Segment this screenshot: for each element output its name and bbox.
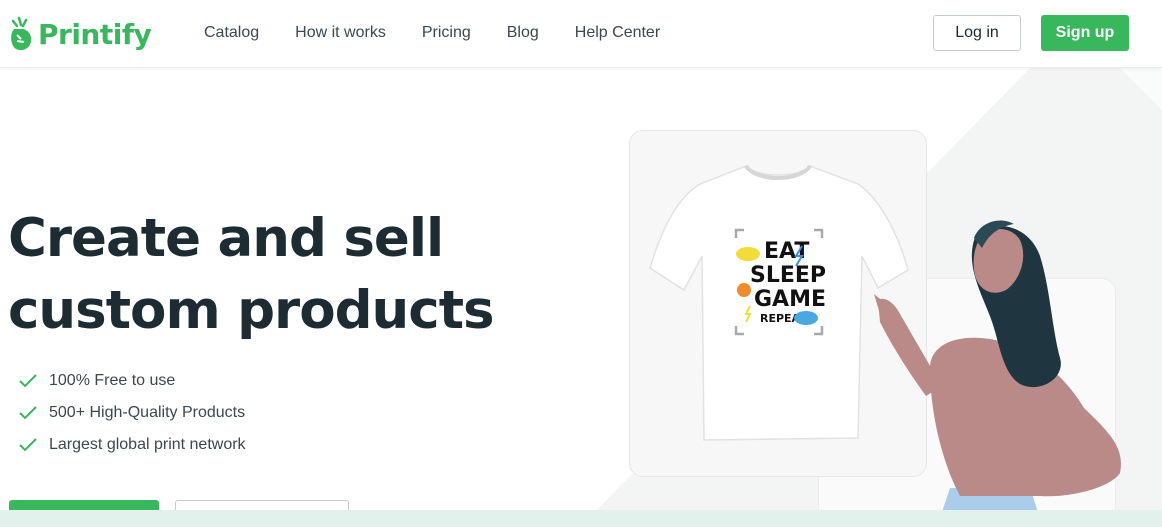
nav-help-center[interactable]: Help Center (557, 22, 678, 44)
nav-catalog[interactable]: Catalog (186, 22, 277, 44)
feature-text: Largest global print network (49, 436, 246, 453)
nav-blog[interactable]: Blog (489, 22, 557, 44)
check-icon (19, 406, 37, 420)
design-text-game: GAME (754, 287, 826, 312)
site-header: Printify Catalog How it works Pricing Bl… (0, 0, 1162, 68)
feature-item: Largest global print network (18, 429, 246, 461)
person-illustration (874, 220, 1121, 518)
login-button[interactable]: Log in (933, 15, 1021, 51)
headline-line-2: custom products (8, 280, 495, 341)
feature-item: 500+ High-Quality Products (18, 397, 246, 429)
signup-button[interactable]: Sign up (1041, 15, 1129, 51)
logo-text: Printify (38, 17, 152, 51)
design-text-eat: EAT (764, 239, 809, 264)
feature-text: 500+ High-Quality Products (49, 404, 246, 421)
design-text-sleep: SLEEP (750, 263, 826, 288)
feature-item: 100% Free to use (18, 365, 246, 397)
nav-how-it-works[interactable]: How it works (277, 22, 404, 44)
headline-line-1: Create and sell (8, 208, 444, 269)
check-icon (19, 438, 37, 452)
check-icon (19, 374, 37, 388)
hero-headline: Create and sell custom products (8, 203, 495, 347)
nav-pricing[interactable]: Pricing (404, 22, 489, 44)
feature-list: 100% Free to use 500+ High-Quality Produ… (18, 365, 246, 461)
feature-text: 100% Free to use (49, 372, 176, 389)
bottom-banner-strip (0, 510, 1162, 527)
main-nav: Catalog How it works Pricing Blog Help C… (186, 22, 678, 44)
printify-logo-icon (11, 16, 32, 51)
printify-logo[interactable]: Printify (8, 14, 152, 54)
